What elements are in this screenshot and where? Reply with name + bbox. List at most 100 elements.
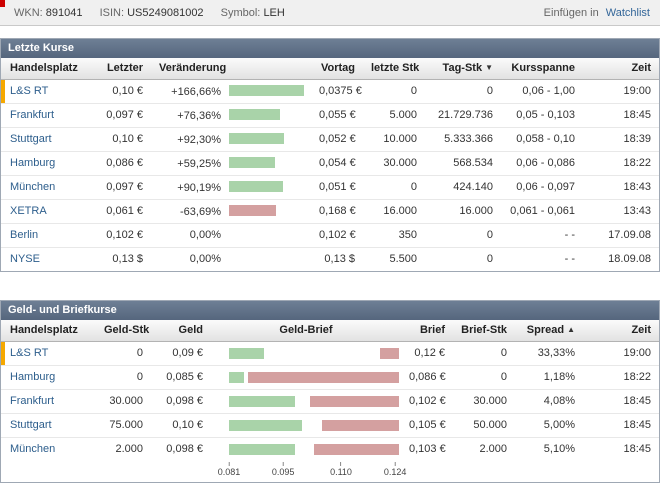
venue-link-hamburg[interactable]: Hamburg [10,371,55,383]
positive-change-bar [229,109,280,120]
cell-vortag: 0,051 € [311,175,363,199]
column-header-handelsplatz[interactable]: Handelsplatz [1,320,96,341]
change-percent: 0,00% [151,253,221,265]
venue-link-nyse[interactable]: NYSE [10,253,40,265]
isin-value: US5249081002 [127,7,203,19]
axis-tick: 0.110 [330,462,352,477]
cell-vortag: 0,168 € [311,199,363,223]
venue-link-frankfurt[interactable]: Frankfurt [10,109,54,121]
cell-vortag: 0,055 € [311,103,363,127]
cell-kursspanne: 0,061 - 0,061 [501,199,583,223]
cell-tag-stk: 21.729.736 [425,103,501,127]
axis-tick-label: 0.081 [218,467,241,477]
column-header-tag-stk[interactable]: Tag-Stk▼ [425,58,501,79]
geld-brief-panel: Geld- und Briefkurse HandelsplatzGeld-St… [0,300,660,483]
cell-tag-stk: 5.333.366 [425,127,501,151]
cell-letzter: 0,086 € [96,151,151,175]
realtime-marker [1,342,5,365]
venue-link-l-s-rt[interactable]: L&S RT [10,347,48,359]
cell-handelsplatz: L&S RT [1,341,96,365]
venue-link-xetra[interactable]: XETRA [10,205,47,217]
cell-tag-stk: 0 [425,247,501,271]
venue-link-m-nchen[interactable]: München [10,443,55,455]
cell-veraenderung: +90,19% [151,175,311,199]
change-percent: -63,69% [151,206,221,218]
column-label: Spread [527,324,564,336]
cell-kursspanne: 0,058 - 0,10 [501,127,583,151]
cell-tag-stk: 424.140 [425,175,501,199]
quote-row-nyse: NYSE0,13 $0,00%0,13 $5.5000- -18.09.08 [1,247,659,271]
geld-brief-header: Handelsplatz Geld-StkGeldGeld-Brief Brief B… [1,320,659,341]
column-header-letzte-stk[interactable]: letzte Stk [363,58,425,79]
column-header-zeit[interactable]: Zeit [583,58,659,79]
cell-veraenderung: +166,66% [151,79,311,103]
column-label: Brief-Stk [461,324,507,336]
cell-spread: 33,33% [515,341,583,365]
venue-link-stuttgart[interactable]: Stuttgart [10,419,52,431]
watchlist-link[interactable]: Watchlist [606,7,650,19]
column-header-geld-stk[interactable]: Geld-Stk [96,320,151,341]
cell-geld-brief [211,341,401,365]
column-header-geld-brief[interactable]: Geld-Brief [211,320,401,341]
negative-change-bar [229,205,276,216]
column-header-letzter[interactable]: Letzter [96,58,151,79]
bid-ask-track [229,348,399,359]
letzte-kurse-table: Handelsplatz Letzter Veränderung Vortag letz… [1,58,659,271]
cell-handelsplatz: Frankfurt [1,389,96,413]
cell-veraenderung: +59,25% [151,151,311,175]
cell-tag-stk: 568.534 [425,151,501,175]
topbar: WKN: 891041 ISIN: US5249081002 Symbol: L… [0,0,660,26]
bidask-row-stuttgart: Stuttgart75.0000,10 €0,105 €50.0005,00%1… [1,413,659,437]
column-header-brief-stk[interactable]: Brief-Stk [453,320,515,341]
column-header-vortag[interactable]: Vortag [311,58,363,79]
column-label: Handelsplatz [10,62,78,74]
cell-letzte-stk: 30.000 [363,151,425,175]
positive-change-bar [229,181,283,192]
cell-kursspanne: 0,05 - 0,103 [501,103,583,127]
cell-brief-stk: 2.000 [453,437,515,461]
cell-vortag: 0,13 $ [311,247,363,271]
column-header-brief[interactable]: Brief [401,320,453,341]
quote-row-l-s-rt: L&S RT0,10 €+166,66%0,0375 €000,06 - 1,0… [1,79,659,103]
bid-bar [229,444,295,455]
axis-tick: 0.081 [218,462,241,477]
cell-letzte-stk: 5.500 [363,247,425,271]
venue-link-frankfurt[interactable]: Frankfurt [10,395,54,407]
cell-tag-stk: 0 [425,79,501,103]
column-label: Brief [420,324,445,336]
cell-zeit: 18:45 [583,389,659,413]
column-header-ver-nderung[interactable]: Veränderung [151,58,311,79]
wkn-value: 891041 [46,7,83,19]
axis-tick-label: 0.095 [272,467,295,477]
cell-handelsplatz: Hamburg [1,365,96,389]
cell-kursspanne: 0,06 - 0,097 [501,175,583,199]
wkn-label: WKN: [14,7,43,19]
axis-tick: 0.124 [384,462,407,477]
cell-zeit: 18.09.08 [583,247,659,271]
column-header-handelsplatz[interactable]: Handelsplatz [1,58,96,79]
column-label: Letzter [107,62,143,74]
column-header-kursspanne[interactable]: Kursspanne [501,58,583,79]
cell-spread: 5,10% [515,437,583,461]
column-header-spread[interactable]: Spread▲ [515,320,583,341]
ask-bar [322,420,399,431]
column-header-geld[interactable]: Geld [151,320,211,341]
venue-link-berlin[interactable]: Berlin [10,229,38,241]
bid-ask-track [229,396,399,407]
cell-geld-stk: 30.000 [96,389,151,413]
venue-link-l-s-rt[interactable]: L&S RT [10,85,48,97]
column-header-zeit[interactable]: Zeit [583,320,659,341]
change-percent: +92,30% [151,134,221,146]
axis-tick-mark [395,462,396,466]
cell-brief-stk: 0 [453,365,515,389]
ask-bar [314,444,399,455]
column-label: Vortag [321,62,355,74]
cell-zeit: 17.09.08 [583,223,659,247]
cell-zeit: 18:45 [583,413,659,437]
column-label: Handelsplatz [10,324,78,336]
venue-link-stuttgart[interactable]: Stuttgart [10,133,52,145]
geld-brief-table: Handelsplatz Geld-StkGeldGeld-Brief Brief B… [1,320,659,461]
venue-link-m-nchen[interactable]: München [10,181,55,193]
cell-zeit: 18:39 [583,127,659,151]
venue-link-hamburg[interactable]: Hamburg [10,157,55,169]
